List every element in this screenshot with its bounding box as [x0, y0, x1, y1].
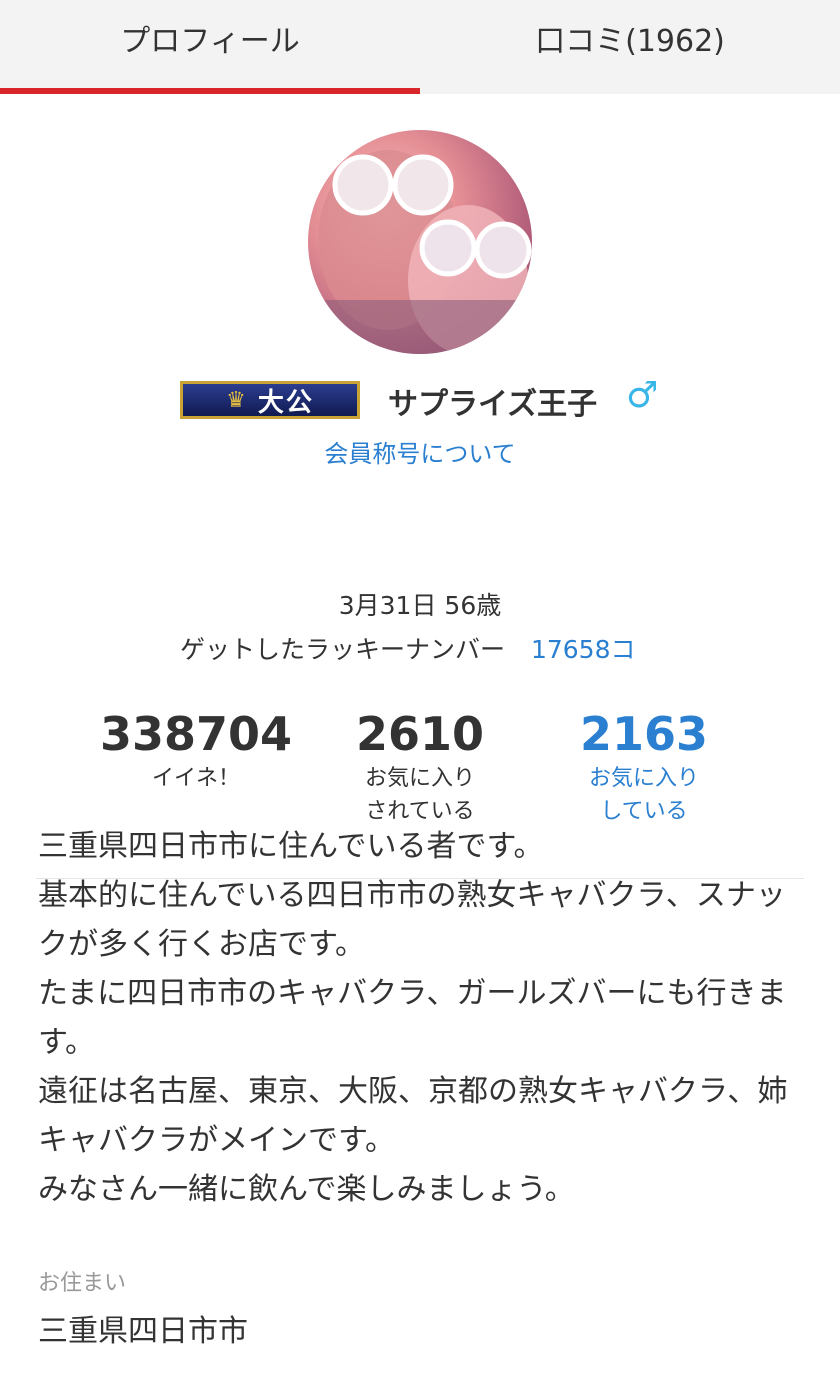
rank-badge: ♛ 大公 — [180, 381, 360, 419]
lucky-number-row: ゲットしたラッキーナンバー 17658コ — [180, 630, 636, 666]
tab-profile[interactable]: プロフィール — [0, 0, 420, 94]
avatar — [308, 130, 532, 354]
stat-likes[interactable]: 338704 イイネ！ — [76, 706, 316, 795]
profile-bio: 三重県四日市市に住んでいる者です。 基本的に住んでいる四日市市の熟女キャバクラ、… — [38, 829, 788, 1207]
residence-value: 三重県四日市市 — [38, 1314, 248, 1349]
username: サプライズ王子 — [388, 387, 598, 422]
stat-favoriting-label: お気に入り している — [588, 766, 699, 824]
stat-likes-value: 338704 — [99, 707, 293, 761]
avatar-photo — [308, 150, 532, 354]
lucky-number-label: ゲットしたラッキーナンバー — [180, 635, 506, 664]
residence-label: お住まい — [38, 1271, 127, 1296]
stat-favoriting[interactable]: 2163 お気に入り している — [524, 706, 764, 828]
tab-reviews-label: 口コミ(1962) — [535, 24, 725, 59]
stat-likes-label: イイネ！ — [151, 766, 240, 791]
stat-favorited[interactable]: 2610 お気に入り されている — [300, 706, 540, 828]
stat-favorited-label: お気に入り されている — [364, 766, 475, 824]
tab-reviews[interactable]: 口コミ(1962) — [420, 0, 840, 94]
tab-bar: プロフィール 口コミ(1962) — [0, 0, 840, 94]
stat-favorited-value: 2610 — [355, 707, 485, 761]
member-title-link[interactable]: 会員称号について — [0, 434, 840, 469]
name-row: ♛ 大公 サプライズ王子 ♂ — [0, 375, 840, 422]
male-icon: ♂ — [626, 375, 659, 416]
tab-profile-label: プロフィール — [120, 24, 300, 59]
birthday-age: 3月31日 56歳 — [338, 591, 502, 620]
rank-badge-text: 大公 — [257, 387, 314, 418]
lucky-number-count[interactable]: 17658コ — [531, 635, 636, 664]
crown-icon: ♛ — [226, 387, 248, 413]
stat-favoriting-value: 2163 — [579, 707, 709, 761]
